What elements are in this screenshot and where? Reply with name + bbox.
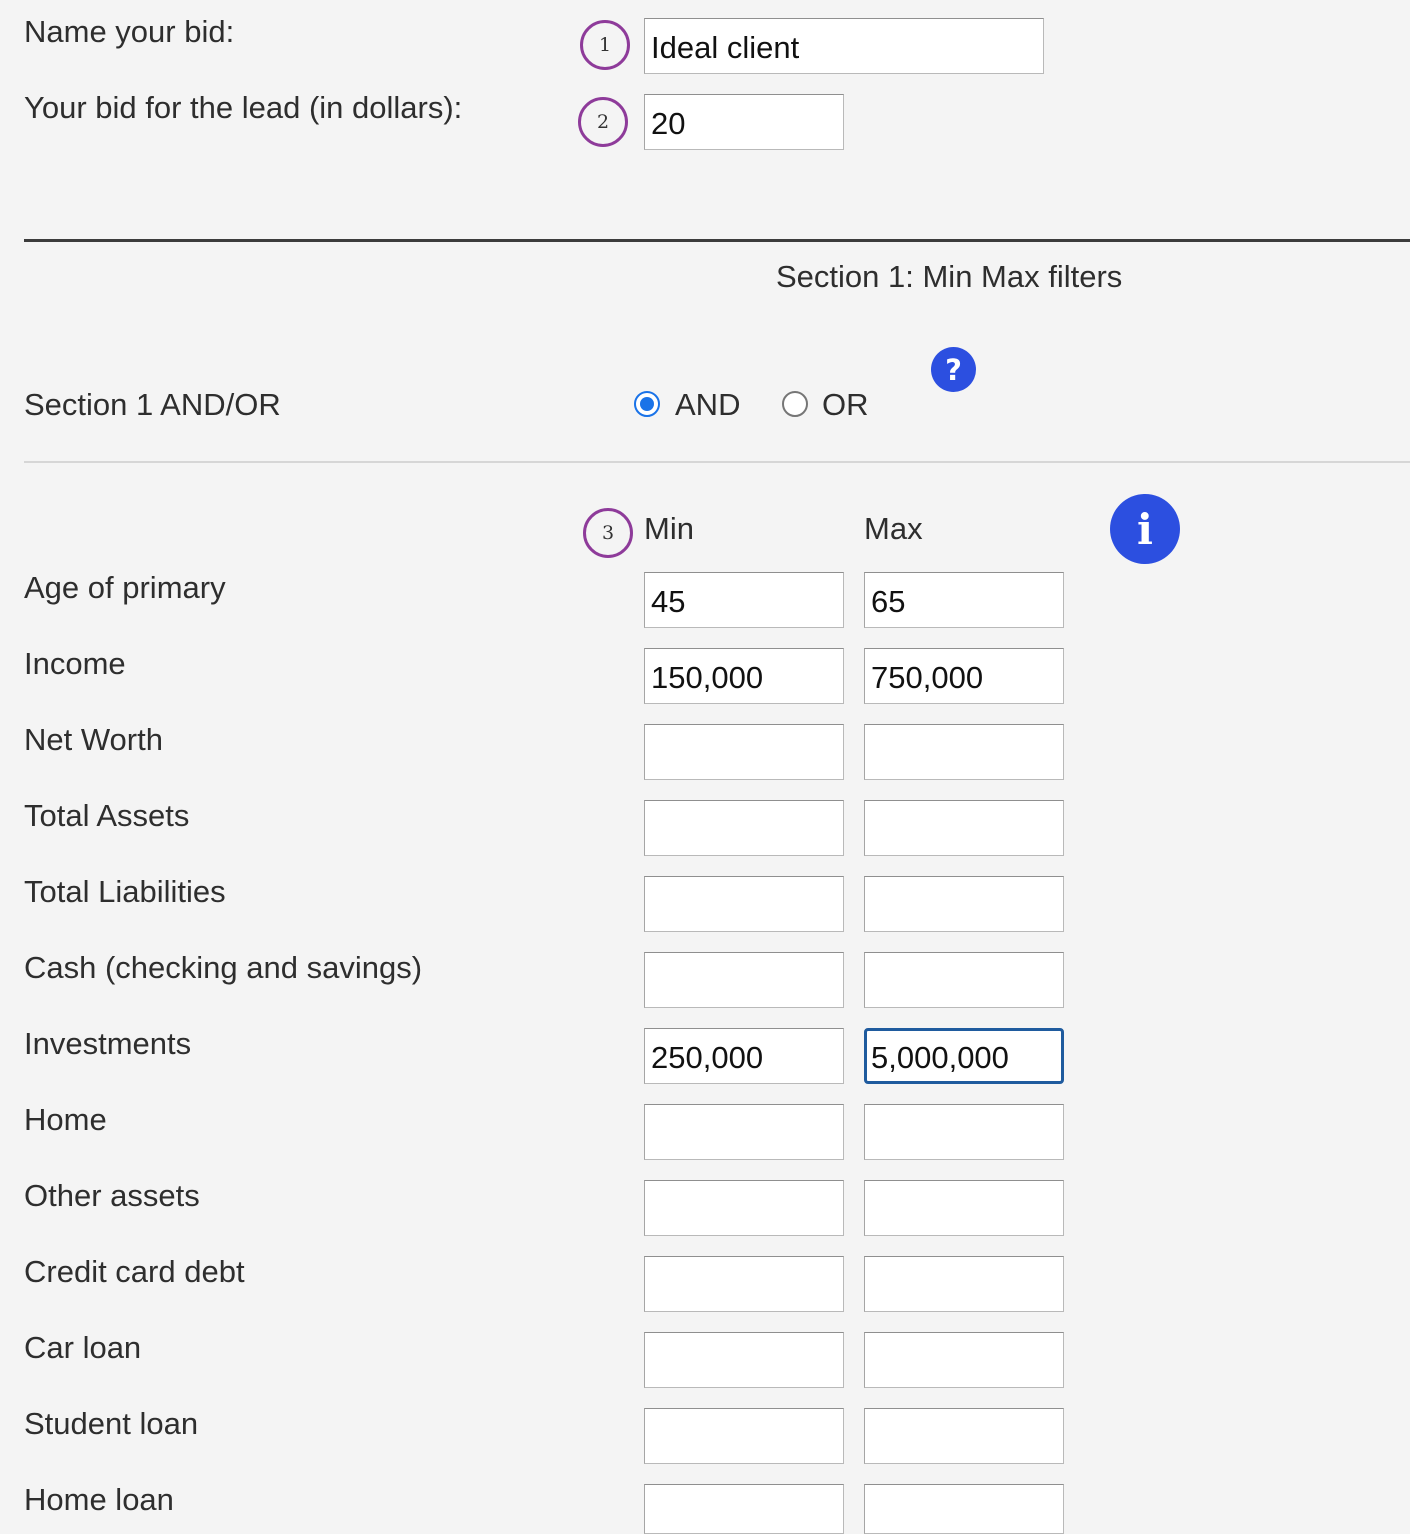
total-assets-min-input[interactable] — [644, 800, 844, 856]
student-loan-max-input[interactable] — [864, 1408, 1064, 1464]
filter-row-cash: Cash (checking and savings) — [0, 950, 1410, 1026]
min-header: Min — [644, 511, 694, 546]
question-icon[interactable]: ? — [931, 347, 976, 392]
and-radio-label[interactable]: AND — [675, 387, 740, 423]
filter-label: Cash (checking and savings) — [24, 950, 423, 985]
filter-row-investments: Investments — [0, 1026, 1410, 1102]
other-assets-max-input[interactable] — [864, 1180, 1064, 1236]
step-2-marker: 2 — [578, 97, 628, 147]
filter-row-net-worth: Net Worth — [0, 722, 1410, 798]
home-loan-max-input[interactable] — [864, 1484, 1064, 1534]
info-icon[interactable]: i — [1110, 494, 1180, 564]
filter-row-credit-card-debt: Credit card debt — [0, 1254, 1410, 1330]
filter-label: Income — [24, 646, 126, 681]
bid-name-label: Name your bid: — [24, 14, 235, 49]
filter-row-total-assets: Total Assets — [0, 798, 1410, 874]
income-max-input[interactable] — [864, 648, 1064, 704]
section-1-title: Section 1: Min Max filters — [776, 259, 1123, 294]
step-3-marker: 3 — [583, 508, 633, 558]
filter-label: Net Worth — [24, 722, 163, 757]
filter-row-student-loan: Student loan — [0, 1406, 1410, 1482]
or-radio-label[interactable]: OR — [822, 387, 869, 423]
filter-label: Total Assets — [24, 798, 190, 833]
max-header: Max — [864, 511, 923, 546]
or-radio[interactable] — [782, 391, 808, 417]
home-max-input[interactable] — [864, 1104, 1064, 1160]
home-min-input[interactable] — [644, 1104, 844, 1160]
bid-amount-input[interactable] — [644, 94, 844, 150]
other-assets-min-input[interactable] — [644, 1180, 844, 1236]
total-liabilities-min-input[interactable] — [644, 876, 844, 932]
filter-row-home-loan: Home loan — [0, 1482, 1410, 1534]
cash-min-input[interactable] — [644, 952, 844, 1008]
credit-card-debt-max-input[interactable] — [864, 1256, 1064, 1312]
investments-max-input[interactable] — [864, 1028, 1064, 1084]
filter-label: Home — [24, 1102, 107, 1137]
filter-row-other-assets: Other assets — [0, 1178, 1410, 1254]
bid-amount-label: Your bid for the lead (in dollars): — [24, 90, 463, 125]
car-loan-max-input[interactable] — [864, 1332, 1064, 1388]
filter-row-income: Income — [0, 646, 1410, 722]
filter-label: Credit card debt — [24, 1254, 245, 1289]
section-divider — [24, 239, 1410, 242]
filter-label: Car loan — [24, 1330, 142, 1365]
student-loan-min-input[interactable] — [644, 1408, 844, 1464]
age-min-input[interactable] — [644, 572, 844, 628]
filter-label: Home loan — [24, 1482, 174, 1517]
andor-divider — [24, 461, 1410, 463]
filter-label: Other assets — [24, 1178, 200, 1213]
filter-label: Investments — [24, 1026, 192, 1061]
net-worth-min-input[interactable] — [644, 724, 844, 780]
and-radio[interactable] — [634, 391, 660, 417]
home-loan-min-input[interactable] — [644, 1484, 844, 1534]
age-max-input[interactable] — [864, 572, 1064, 628]
car-loan-min-input[interactable] — [644, 1332, 844, 1388]
total-assets-max-input[interactable] — [864, 800, 1064, 856]
total-liabilities-max-input[interactable] — [864, 876, 1064, 932]
filter-row-home: Home — [0, 1102, 1410, 1178]
credit-card-debt-min-input[interactable] — [644, 1256, 844, 1312]
income-min-input[interactable] — [644, 648, 844, 704]
investments-min-input[interactable] — [644, 1028, 844, 1084]
filter-label: Student loan — [24, 1406, 199, 1441]
bid-name-input[interactable] — [644, 18, 1044, 74]
cash-max-input[interactable] — [864, 952, 1064, 1008]
filter-row-total-liabilities: Total Liabilities — [0, 874, 1410, 950]
step-1-marker: 1 — [580, 20, 630, 70]
filter-row-car-loan: Car loan — [0, 1330, 1410, 1406]
filter-row-age: Age of primary — [0, 570, 1410, 646]
filter-label: Age of primary — [24, 570, 226, 605]
section-1-andor-label: Section 1 AND/OR — [24, 387, 281, 422]
filter-label: Total Liabilities — [24, 874, 226, 909]
net-worth-max-input[interactable] — [864, 724, 1064, 780]
